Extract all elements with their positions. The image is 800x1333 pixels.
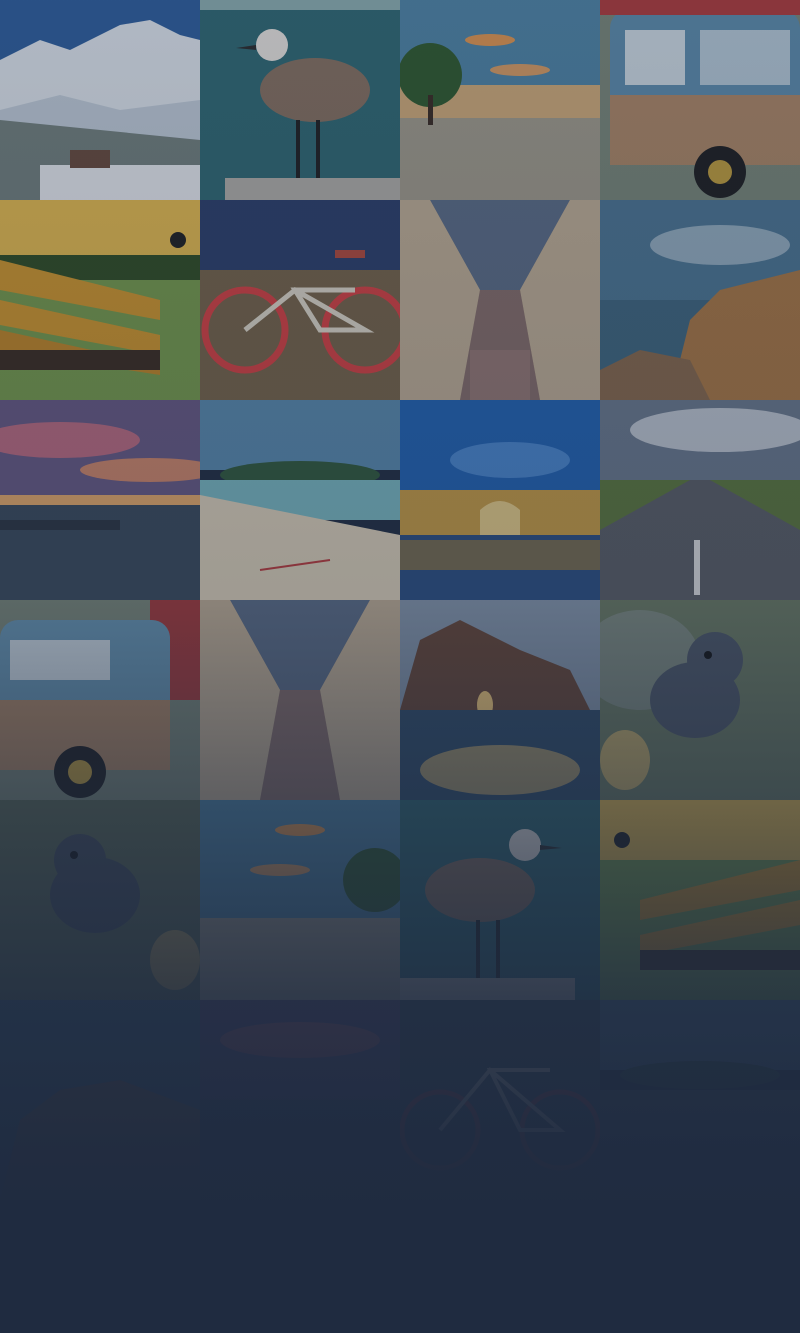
rocky-coast-image: [0, 1000, 200, 1200]
photo-tile[interactable]: [400, 1000, 600, 1200]
photo-tile[interactable]: [400, 400, 600, 600]
rock-arch-sunset-image: [400, 600, 600, 800]
photo-tile[interactable]: [600, 800, 800, 1000]
beach-at-dusk-image: [200, 800, 400, 1000]
snowy-mountain-village-image: [0, 0, 200, 200]
sunset-clouds-sea-image: [200, 1000, 400, 1200]
vintage-van-image: [600, 0, 800, 200]
photo-tile[interactable]: [0, 400, 200, 600]
photo-tile[interactable]: [0, 600, 200, 800]
red-rim-bicycle-image: [400, 1000, 600, 1200]
sandy-beach-island-image: [600, 1000, 800, 1200]
photo-tile[interactable]: [400, 800, 600, 1000]
photo-tile[interactable]: [200, 0, 400, 200]
photo-tile[interactable]: [600, 400, 800, 600]
seagull-on-post-image: [200, 0, 400, 200]
vintage-van-image: [0, 600, 200, 800]
park-bench-cyclist-image: [0, 200, 200, 400]
beach-at-dusk-image: [400, 0, 600, 200]
photo-tile[interactable]: [400, 600, 600, 800]
photo-tile[interactable]: [200, 200, 400, 400]
sandy-beach-island-image: [200, 400, 400, 600]
photo-tile[interactable]: [400, 0, 600, 200]
shopping-arcade-image: [200, 600, 400, 800]
photo-tile[interactable]: [600, 0, 800, 200]
photo-tile[interactable]: [600, 1000, 800, 1200]
photo-tile[interactable]: [400, 200, 600, 400]
photo-tile[interactable]: [600, 600, 800, 800]
sunset-clouds-sea-image: [0, 400, 200, 600]
photo-tile[interactable]: [200, 400, 400, 600]
photo-tile[interactable]: [600, 200, 800, 400]
photo-tile[interactable]: [200, 800, 400, 1000]
open-road-image: [600, 400, 800, 600]
small-bird-image: [0, 800, 200, 1000]
photo-tile[interactable]: [0, 800, 200, 1000]
small-bird-image: [600, 600, 800, 800]
photo-tile[interactable]: [0, 200, 200, 400]
photo-tile[interactable]: [200, 600, 400, 800]
red-rim-bicycle-image: [200, 200, 400, 400]
park-bench-cyclist-image: [600, 800, 800, 1000]
rocky-coast-image: [600, 200, 800, 400]
shopping-arcade-image: [400, 200, 600, 400]
photo-tile[interactable]: [0, 1000, 200, 1200]
seagull-on-post-image: [400, 800, 600, 1000]
illuminated-palace-image: [400, 400, 600, 600]
photo-tile[interactable]: [0, 0, 200, 200]
photo-grid: [0, 0, 800, 1200]
photo-tile[interactable]: [200, 1000, 400, 1200]
